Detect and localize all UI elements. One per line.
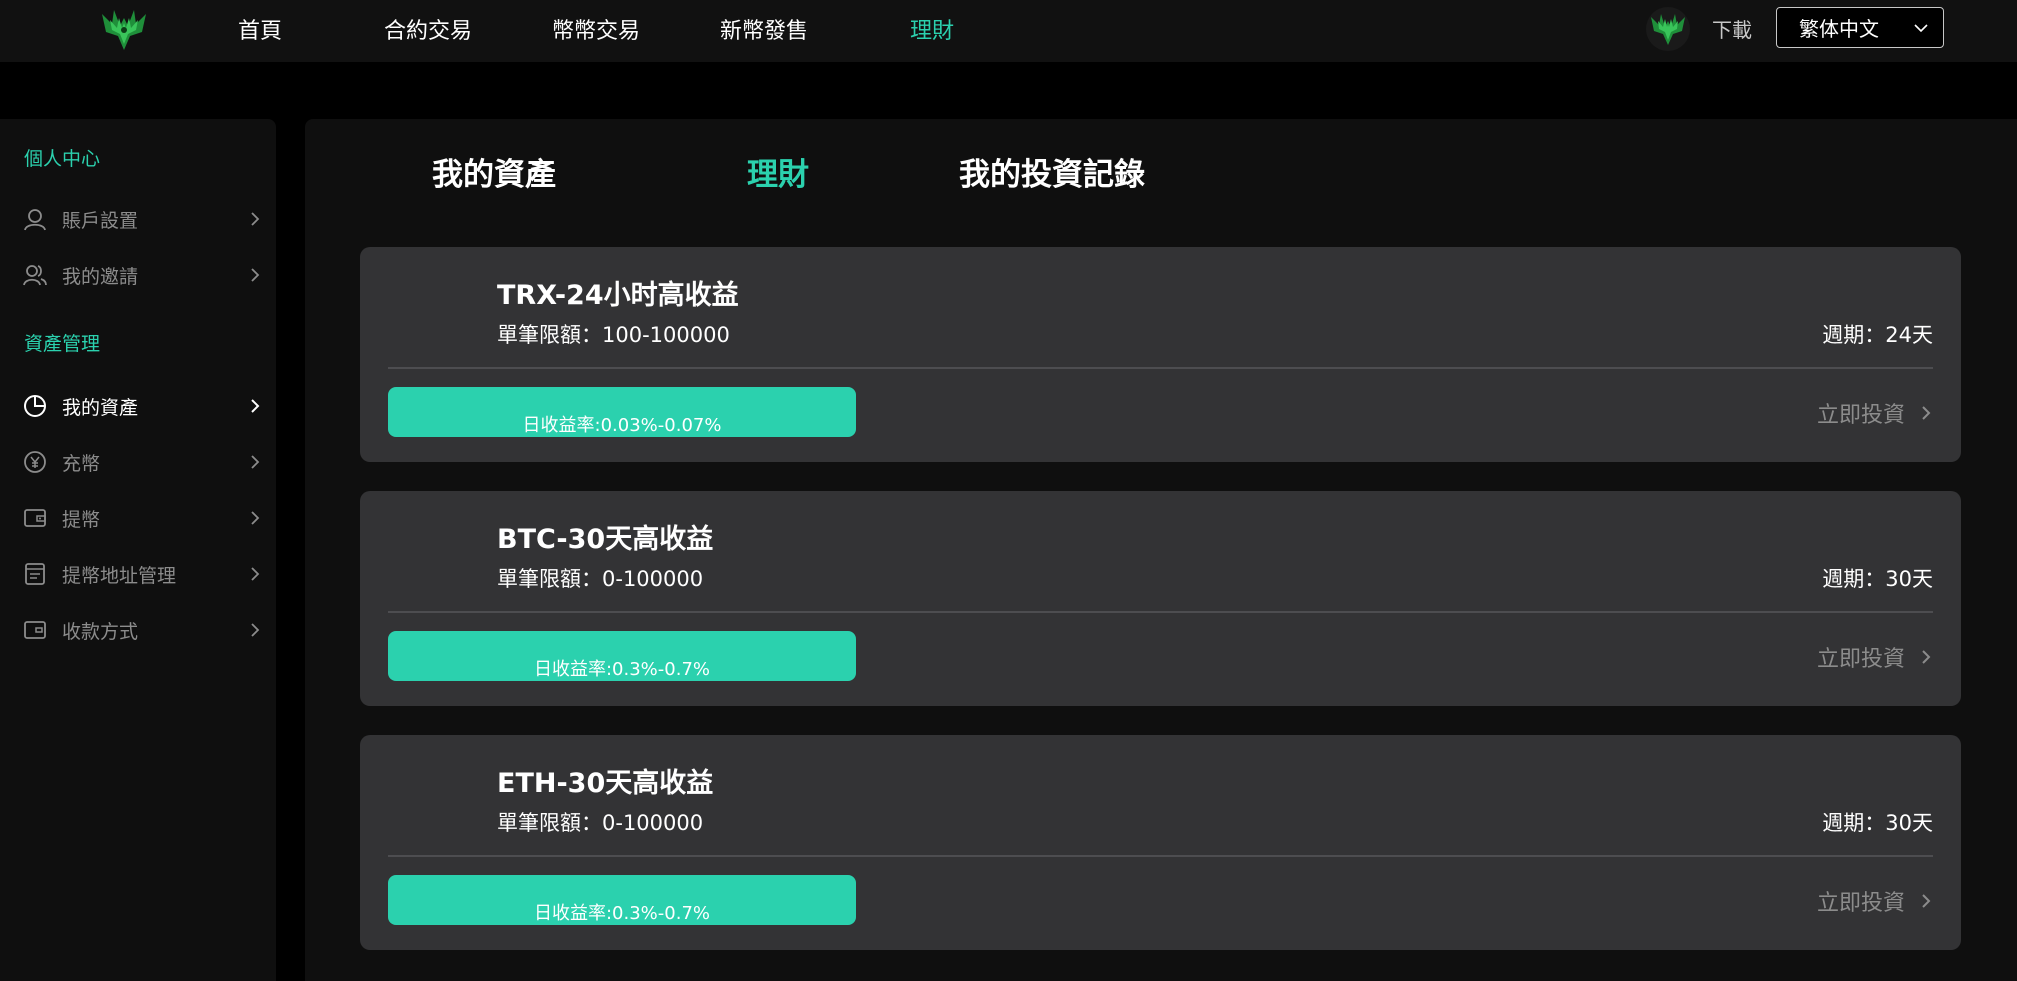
daily-rate-bar: 日收益率:0.03%-0.07% bbox=[388, 387, 856, 437]
invest-now-label: 立即投資 bbox=[1816, 403, 1905, 428]
wallet-icon bbox=[22, 505, 48, 531]
card-wallet-icon bbox=[22, 617, 48, 643]
tab-my-assets[interactable]: 我的資產 bbox=[432, 149, 556, 194]
invest-now-label: 立即投資 bbox=[1816, 891, 1905, 916]
sidebar-item-label: 提幣 bbox=[62, 508, 101, 531]
download-link[interactable]: 下載 bbox=[1712, 14, 1752, 43]
product-limit: 單筆限額：100-100000 bbox=[497, 323, 730, 347]
nav-futures-trading[interactable]: 合約交易 bbox=[384, 13, 472, 45]
invest-now-button[interactable]: 立即投資 bbox=[1817, 641, 1933, 673]
card-divider bbox=[388, 611, 1933, 613]
pie-chart-icon bbox=[22, 393, 48, 419]
avatar[interactable] bbox=[1646, 7, 1690, 51]
phoenix-logo-icon[interactable] bbox=[100, 4, 148, 54]
nav-wealth[interactable]: 理財 bbox=[910, 13, 954, 45]
sidebar-item-deposit[interactable]: 充幣 bbox=[22, 444, 262, 480]
chevron-right-icon bbox=[1922, 894, 1931, 908]
sidebar-item-label: 我的邀請 bbox=[62, 265, 139, 288]
card-divider bbox=[388, 855, 1933, 857]
address-book-icon bbox=[22, 561, 48, 587]
chevron-right-icon bbox=[1922, 406, 1931, 420]
sidebar-item-account-settings[interactable]: 賬戶設置 bbox=[22, 201, 262, 237]
product-period: 週期：24天 bbox=[1822, 323, 1933, 347]
chevron-right-icon bbox=[1922, 650, 1931, 664]
language-select-value: 繁体中文 bbox=[1799, 17, 1879, 41]
sidebar-item-my-invitations[interactable]: 我的邀請 bbox=[22, 257, 262, 293]
daily-rate-bar: 日收益率:0.3%-0.7% bbox=[388, 875, 856, 925]
invest-now-label: 立即投資 bbox=[1816, 647, 1905, 672]
product-card-btc: BTC-30天高收益 單筆限額：0-100000 週期：30天 日收益率:0.3… bbox=[360, 491, 1961, 706]
sidebar: 個人中心 賬戶設置 我的邀請 資產管理 我的資產 充幣 提幣 提幣地址管理 收款… bbox=[0, 119, 276, 981]
product-title: ETH-30天高收益 bbox=[497, 768, 714, 799]
daily-rate-bar: 日收益率:0.3%-0.7% bbox=[388, 631, 856, 681]
chevron-right-icon bbox=[251, 268, 260, 282]
top-navigation-bar: 首頁 合約交易 幣幣交易 新幣發售 理財 下載 繁体中文 bbox=[0, 0, 2017, 62]
card-divider bbox=[388, 367, 1933, 369]
sidebar-item-label: 提幣地址管理 bbox=[62, 564, 177, 587]
chevron-right-icon bbox=[251, 623, 260, 637]
sidebar-section-personal-center: 個人中心 bbox=[24, 148, 101, 170]
chevron-down-icon bbox=[1914, 23, 1928, 32]
daily-rate-text: 日收益率:0.03%-0.07% bbox=[522, 415, 722, 436]
product-card-eth: ETH-30天高收益 單筆限額：0-100000 週期：30天 日收益率:0.3… bbox=[360, 735, 1961, 950]
product-limit: 單筆限額：0-100000 bbox=[497, 811, 704, 835]
sidebar-item-withdraw[interactable]: 提幣 bbox=[22, 500, 262, 536]
product-period: 週期：30天 bbox=[1822, 567, 1933, 591]
yen-coin-icon bbox=[22, 449, 48, 475]
product-title: BTC-30天高收益 bbox=[497, 524, 714, 555]
nav-home[interactable]: 首頁 bbox=[238, 13, 282, 45]
sidebar-item-label: 收款方式 bbox=[62, 620, 139, 643]
chevron-right-icon bbox=[251, 212, 260, 226]
chevron-right-icon bbox=[251, 455, 260, 469]
sidebar-item-label: 賬戶設置 bbox=[62, 209, 139, 232]
invest-now-button[interactable]: 立即投資 bbox=[1817, 885, 1933, 917]
tab-wealth[interactable]: 理財 bbox=[747, 149, 809, 194]
daily-rate-text: 日收益率:0.3%-0.7% bbox=[533, 659, 711, 680]
main-panel: 我的資產 理財 我的投資記錄 TRX-24小时高收益 單筆限額：100-1000… bbox=[305, 119, 2017, 981]
tab-investment-records[interactable]: 我的投資記錄 bbox=[959, 149, 1145, 194]
chevron-right-icon bbox=[251, 399, 260, 413]
sidebar-item-withdraw-address[interactable]: 提幣地址管理 bbox=[22, 556, 262, 592]
sidebar-item-label: 充幣 bbox=[62, 452, 101, 475]
sidebar-item-payment-methods[interactable]: 收款方式 bbox=[22, 612, 262, 648]
daily-rate-text: 日收益率:0.3%-0.7% bbox=[533, 903, 711, 924]
language-select[interactable]: 繁体中文 bbox=[1776, 7, 1944, 48]
product-limit: 單筆限額：0-100000 bbox=[497, 567, 704, 591]
nav-token-sale[interactable]: 新幣發售 bbox=[720, 13, 808, 45]
user-icon bbox=[22, 206, 48, 232]
sidebar-item-my-assets[interactable]: 我的資產 bbox=[22, 388, 262, 424]
users-icon bbox=[22, 262, 48, 288]
chevron-right-icon bbox=[251, 567, 260, 581]
product-title: TRX-24小时高收益 bbox=[497, 280, 739, 311]
product-card-trx: TRX-24小时高收益 單筆限額：100-100000 週期：24天 日收益率:… bbox=[360, 247, 1961, 462]
sidebar-section-asset-management: 資產管理 bbox=[24, 333, 101, 355]
invest-now-button[interactable]: 立即投資 bbox=[1817, 397, 1933, 429]
chevron-right-icon bbox=[251, 511, 260, 525]
product-period: 週期：30天 bbox=[1822, 811, 1933, 835]
nav-spot-trading[interactable]: 幣幣交易 bbox=[552, 13, 640, 45]
sidebar-item-label: 我的資產 bbox=[62, 396, 139, 419]
